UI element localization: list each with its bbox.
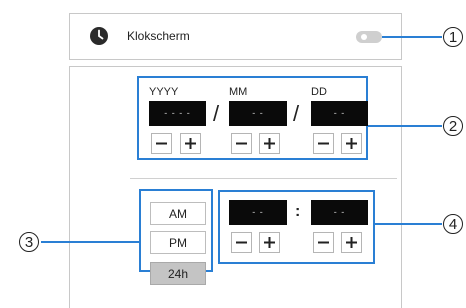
year-label: YYYY xyxy=(149,86,179,98)
plus-icon xyxy=(346,237,357,248)
callout-4-leader xyxy=(375,223,442,225)
date-separator-2: / xyxy=(293,101,300,126)
hour-value: - - xyxy=(229,200,287,225)
hour-plus-button[interactable] xyxy=(259,232,280,253)
minus-icon xyxy=(318,142,329,145)
month-value: - - xyxy=(229,101,287,126)
time-separator: : xyxy=(295,203,301,220)
minus-icon xyxy=(236,142,247,145)
plus-icon xyxy=(264,237,275,248)
callout-2-leader xyxy=(368,125,442,127)
day-minus-button[interactable] xyxy=(313,133,334,154)
24h-button[interactable]: 24h xyxy=(150,262,206,285)
day-plus-button[interactable] xyxy=(341,133,362,154)
toggle-knob xyxy=(361,34,367,40)
minute-minus-button[interactable] xyxy=(313,232,334,253)
month-minus-button[interactable] xyxy=(231,133,252,154)
callout-2: 2 xyxy=(443,116,463,136)
callout-1-leader xyxy=(382,36,442,38)
plus-icon xyxy=(264,138,275,149)
section-divider xyxy=(130,178,397,179)
callout-4: 4 xyxy=(443,214,463,234)
hour-minus-button[interactable] xyxy=(231,232,252,253)
year-minus-button[interactable] xyxy=(151,133,172,154)
clock-screen-row xyxy=(69,13,402,60)
clock-screen-toggle[interactable] xyxy=(356,31,382,43)
month-label: MM xyxy=(229,86,248,98)
am-button[interactable]: AM xyxy=(150,202,206,225)
year-value: - - - - xyxy=(149,101,206,126)
year-plus-button[interactable] xyxy=(180,133,201,154)
plus-icon xyxy=(346,138,357,149)
day-label: DD xyxy=(311,86,327,98)
plus-icon xyxy=(185,138,196,149)
minus-icon xyxy=(318,241,329,244)
minus-icon xyxy=(236,241,247,244)
callout-1: 1 xyxy=(443,27,463,47)
minute-plus-button[interactable] xyxy=(341,232,362,253)
callout-3-leader xyxy=(41,241,139,243)
pm-button[interactable]: PM xyxy=(150,231,206,254)
month-plus-button[interactable] xyxy=(259,133,280,154)
clock-icon xyxy=(89,26,109,46)
clock-screen-title: Klokscherm xyxy=(127,29,190,43)
minute-value: - - xyxy=(311,200,368,225)
date-separator-1: / xyxy=(213,101,220,126)
minus-icon xyxy=(156,142,167,145)
callout-3: 3 xyxy=(19,232,39,252)
day-value: - - xyxy=(311,101,368,126)
